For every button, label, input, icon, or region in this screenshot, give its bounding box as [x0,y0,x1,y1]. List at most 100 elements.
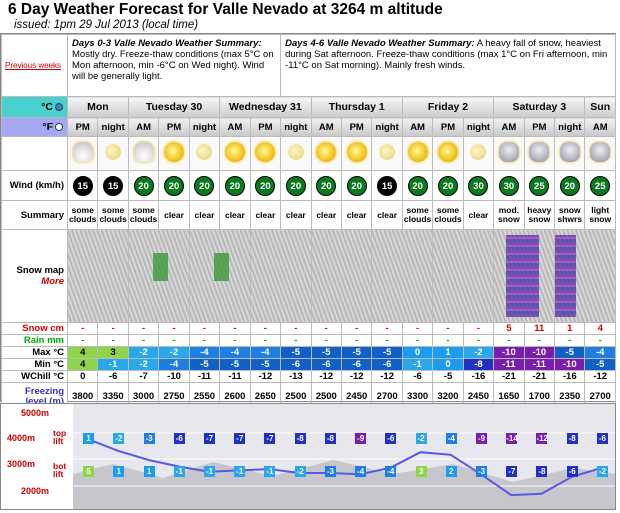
snow-cell: - [340,322,373,335]
weather-cell [97,136,129,171]
weather-cell [584,136,616,171]
moon-icon [470,144,487,160]
bot-lift-temp: 1 [143,466,155,477]
summary-cell: mod. snow [493,200,525,230]
weather-cell [371,136,403,171]
weather-cell [66,136,99,171]
wchill-cell: -12 [249,370,282,383]
min-temp-cell: -1 [401,358,434,371]
min-temp-cell: -5 [584,358,616,371]
snow-map-image[interactable] [188,229,251,323]
max-temp-cell: 3 [97,346,129,359]
wind-cell: 30 [462,170,495,201]
rain-cell: - [584,334,616,347]
max-temp-cell: -4 [219,346,251,359]
altitude-profile: 5000m 4000m top lift 3000m bot lift 2000… [0,403,616,510]
wchill-cell: -12 [584,370,616,383]
max-temp-cell: -5 [340,346,373,359]
wind-cell: 15 [66,170,99,201]
rain-cell: - [310,334,342,347]
bot-lift-temp: -4 [355,466,367,477]
snow-map-image[interactable] [127,229,190,323]
min-temp-cell: -6 [280,358,312,371]
rain-cell: - [340,334,373,347]
period-header: night [188,117,221,137]
wind-arrow-icon: 20 [164,175,185,196]
celsius-label: °C [41,101,53,113]
wind-arrow-icon: 30 [468,175,489,196]
summary-cell: some clouds [97,200,129,230]
rain-cell: - [66,334,99,347]
sun-icon [164,142,185,162]
wind-cell: 25 [523,170,556,201]
min-label: Min °C [1,358,68,371]
wchill-cell: -6 [401,370,434,383]
min-temp-cell: -5 [219,358,251,371]
weather-cell [280,136,312,171]
snowmap-more-link[interactable]: More [41,276,64,287]
top-lift-temp: -9 [476,433,487,444]
rain-cell: - [249,334,282,347]
fahrenheit-radio-icon[interactable] [55,123,63,132]
snow-map-image[interactable] [554,229,616,323]
bot-lift-label: bot lift [53,461,67,479]
top-lift-temp: -6 [596,433,608,444]
wind-arrow-icon: 15 [377,175,398,196]
top-lift-temp: -6 [385,433,397,444]
snow-cell: 5 [493,322,525,335]
fahrenheit-toggle[interactable]: °F [1,117,68,137]
summary-cell: clear [249,200,282,230]
snow-map-image[interactable] [371,229,434,323]
weather-cell [432,136,464,171]
top-lift-temp: -2 [113,433,125,444]
celsius-toggle[interactable]: °C [1,96,68,118]
alt-5000-label: 5000m [21,408,50,418]
rain-cell: - [554,334,586,347]
snow-map-image[interactable] [432,229,495,323]
min-temp-cell: -11 [523,358,556,371]
weather-cell [127,136,160,171]
bot-lift-temp: -1 [173,466,185,477]
max-temp-cell: -5 [371,346,403,359]
wchill-cell: -12 [371,370,403,383]
top-lift-temp: 1 [83,433,95,444]
rain-cell: - [401,334,434,347]
snow-icon [590,142,611,162]
cloud-sun-icon [72,142,93,162]
snow-cell: - [127,322,160,335]
weather-cell [493,136,525,171]
snow-map-image[interactable] [67,229,129,323]
period-header: PM [66,117,99,137]
top-lift-temp: -8 [294,433,306,444]
max-temp-cell: -10 [493,346,525,359]
period-header: night [97,117,129,137]
wchill-cell: -11 [188,370,221,383]
min-temp-cell: -4 [158,358,190,371]
min-temp-cell: -6 [340,358,373,371]
rain-cell: - [280,334,312,347]
alt-4000-label: 4000m [7,433,36,443]
wind-label: Wind (km/h) [1,170,68,201]
top-lift-temp: -6 [173,433,185,444]
day-header: Sun [584,96,616,118]
wchill-cell: -12 [340,370,373,383]
snow-map-image[interactable] [310,229,373,323]
period-header: AM [310,117,342,137]
wchill-cell: -16 [554,370,586,383]
rain-cell: - [219,334,251,347]
bot-lift-temp: -3 [324,466,336,477]
min-temp-cell: -1 [97,358,129,371]
celsius-radio-icon[interactable] [55,103,63,112]
wchill-cell: -13 [280,370,312,383]
period-header: AM [584,117,616,137]
top-lift-temp: -7 [264,433,276,444]
previous-weeks-link[interactable]: Previous weeks [1,34,68,97]
top-lift-temp: -4 [445,433,457,444]
snow-cell: - [66,322,99,335]
wind-cell: 20 [401,170,434,201]
snow-map-image[interactable] [493,229,556,323]
top-lift-temp: -8 [324,433,336,444]
max-temp-cell: -5 [310,346,342,359]
snow-map-image[interactable] [249,229,312,323]
days46-summary: Days 4-6 Valle Nevado Weather Summary: A… [280,34,616,97]
